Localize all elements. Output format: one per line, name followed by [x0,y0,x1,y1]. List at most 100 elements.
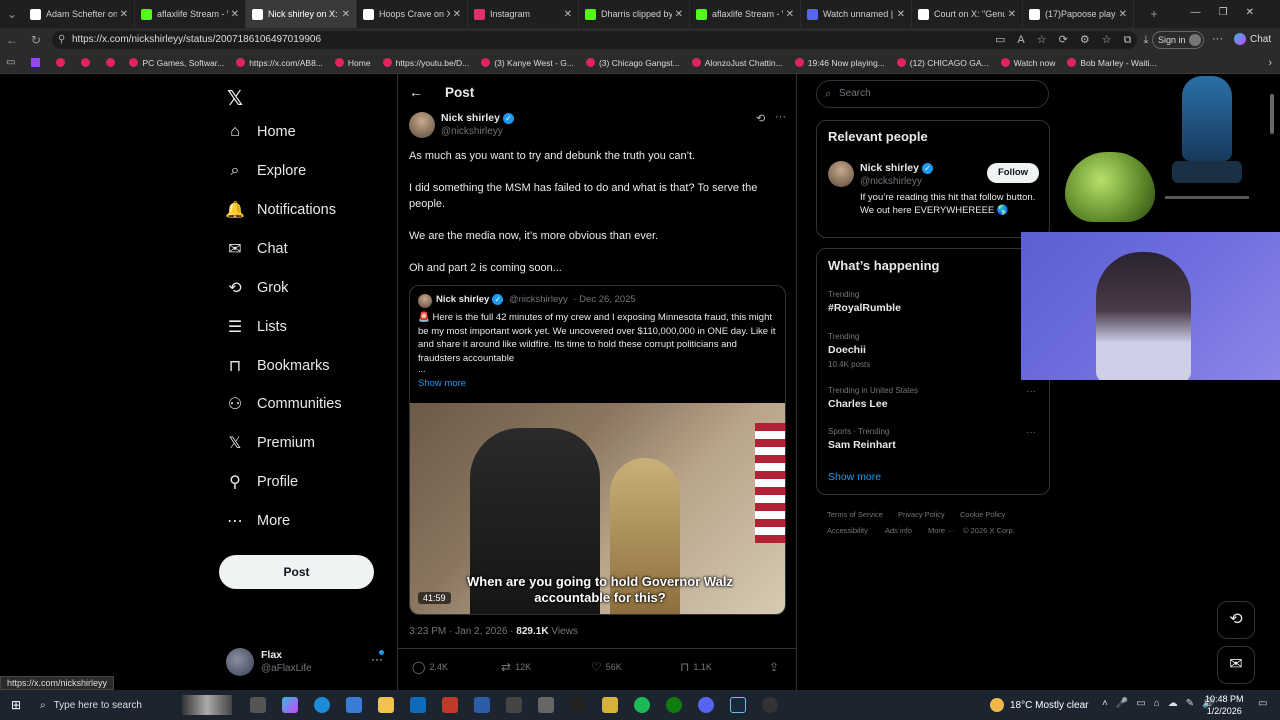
app-icon[interactable] [442,697,458,713]
tab-close-icon[interactable]: ✕ [786,9,794,20]
reply-button[interactable]: ◯ 2.4K [412,660,448,674]
task-view-icon[interactable] [250,697,266,713]
outlook-icon[interactable] [410,697,426,713]
youtube-bookmark-icon[interactable] [106,58,116,67]
browser-tab[interactable]: aflaxlife Stream - W✕ [690,0,801,28]
app-icon[interactable] [602,697,618,713]
bookmark-item[interactable]: Watch now [1000,58,1055,68]
cast-icon[interactable]: ▭ [995,34,1017,46]
share-button[interactable]: ⇪ [769,660,783,674]
store-icon[interactable] [346,697,362,713]
copilot-chat-button[interactable]: Chat [1234,33,1271,45]
person-name-row[interactable]: Nick shirley ✓ [860,162,933,174]
bookmark-item[interactable]: Bob Marley - Waiti... [1067,58,1157,68]
footer-link[interactable]: Cookie Policy [960,510,1005,519]
site-info-icon[interactable]: ⚲ [58,31,65,49]
bookmark-item[interactable]: (3) Chicago Gangst... [585,58,680,68]
bookmarks-menu-icon[interactable]: ▭ [6,57,15,68]
tab-close-icon[interactable]: ✕ [342,9,350,20]
person-avatar[interactable] [828,161,854,187]
close-window-icon[interactable]: ✕ [1246,7,1272,18]
tab-close-icon[interactable]: ✕ [564,9,572,20]
notifications-icon[interactable]: ▭ [1258,698,1267,709]
trend-item[interactable]: Doechii [828,344,866,356]
youtube-bookmark-icon[interactable] [56,58,66,67]
tab-list-icon[interactable]: ⌄ [0,7,24,21]
search-input[interactable]: ⌕ Search [816,80,1049,108]
tab-close-icon[interactable]: ✕ [120,9,128,20]
bookmark-item[interactable]: https://youtu.be/D... [382,58,469,68]
sidebar-item-home[interactable]: ⌂ Home [225,122,296,142]
tab-close-icon[interactable]: ✕ [231,9,239,20]
back-icon[interactable]: ← [0,33,24,47]
browser-tab[interactable]: Nick shirley on X: "A✕ [246,0,357,28]
discord-icon[interactable] [698,697,714,713]
footer-link[interactable]: Ads info [885,526,912,535]
like-button[interactable]: ♡ 56K [591,660,622,674]
grok-fab[interactable]: ⟲ [1217,601,1255,639]
grok-icon[interactable]: ⟲ [756,112,765,125]
footer-link[interactable]: Terms of Service [827,510,883,519]
app-icon[interactable] [762,697,778,713]
clock[interactable]: 10:48 PM 1/2/2026 [1205,693,1244,717]
sidebar-item-premium[interactable]: 𝕏 Premium [225,433,315,453]
bookmark-item[interactable]: AlonzoJust Chattin... [691,58,783,68]
author-handle[interactable]: @nickshirleyy [441,126,503,137]
back-arrow-icon[interactable]: ← [409,84,423,100]
trend-item[interactable]: #RoyalRumble [828,302,901,314]
bookmark-item[interactable]: (3) Kanye West - G... [481,58,574,68]
browser-tab[interactable]: Adam Schefter on X✕ [24,0,135,28]
show-more-link[interactable]: Show more [828,471,881,483]
collections-icon[interactable]: ⧉ [1124,34,1144,46]
youtube-bookmark-icon[interactable] [81,58,91,67]
browser-tab[interactable]: Watch unnamed | St✕ [801,0,912,28]
video-player[interactable]: When are you going to hold Governor Walz… [410,403,785,614]
sidebar-item-communities[interactable]: ⚇ Communities [225,394,342,414]
maximize-icon[interactable]: ❐ [1219,7,1246,18]
sidebar-item-more[interactable]: ⋯ More [225,511,290,531]
trend-more-icon[interactable]: ··· [1026,386,1036,397]
tab-close-icon[interactable]: ✕ [675,9,683,20]
weather-widget[interactable]: 18°C Mostly clear [990,698,1088,712]
copilot-icon[interactable] [282,697,298,713]
browser-menu-icon[interactable]: ··· [1212,33,1223,45]
tab-close-icon[interactable]: ✕ [1119,9,1127,20]
sidebar-item-lists[interactable]: ☰ Lists [225,317,287,337]
show-more-link[interactable]: Show more [418,378,466,389]
app-icon[interactable] [474,697,490,713]
footer-link[interactable]: More ··· [928,526,955,535]
sidebar-item-chat[interactable]: ✉ Chat [225,239,287,259]
follow-button[interactable]: Follow [987,163,1039,183]
xbox-icon[interactable] [666,697,682,713]
refresh-extension-icon[interactable]: ⟳ [1059,34,1080,46]
post-button[interactable]: Post [219,555,374,589]
minimize-icon[interactable]: — [1191,7,1219,18]
quoted-post[interactable]: Nick shirley ✓ @nickshirleyy · Dec 26, 20… [409,285,786,615]
messages-fab[interactable]: ✉ [1217,646,1255,684]
extensions-icon[interactable]: ⚙ [1080,34,1102,46]
sidebar-item-bookmarks[interactable]: ⊓ Bookmarks [225,356,330,376]
author-avatar[interactable] [409,112,435,138]
new-tab-button[interactable]: + [1142,7,1166,21]
favorites-icon[interactable]: ☆ [1102,34,1124,46]
trend-more-icon[interactable]: ··· [1026,427,1036,438]
reload-icon[interactable]: ↻ [24,33,48,47]
app-icon[interactable] [506,697,522,713]
browser-tab[interactable]: Instagram ✕ [468,0,579,28]
tab-close-icon[interactable]: ✕ [897,9,905,20]
sidebar-item-profile[interactable]: ⚲ Profile [225,472,298,492]
footer-link[interactable]: Accessibility [827,526,868,535]
trend-item[interactable]: Sam Reinhart [828,439,896,451]
favorite-icon[interactable]: ☆ [1037,34,1059,46]
spotify-icon[interactable] [634,697,650,713]
account-switcher[interactable]: Flax @aFlaxLife ··· [226,647,386,679]
sidebar-item-notifications[interactable]: 🔔 Notifications [225,200,336,220]
file-explorer-icon[interactable] [378,697,394,713]
bookmark-item[interactable]: (12) CHICAGO GA... [896,58,989,68]
bookmark-item[interactable]: 19:46 Now playing... [794,58,885,68]
post-more-icon[interactable]: ··· [775,111,786,123]
browser-tab[interactable]: Hoops Crave on X: "✕ [357,0,468,28]
scrollbar[interactable] [1270,94,1274,134]
browser-tab[interactable]: aflaxlife Stream - W✕ [135,0,246,28]
trend-item[interactable]: Charles Lee [828,398,888,410]
